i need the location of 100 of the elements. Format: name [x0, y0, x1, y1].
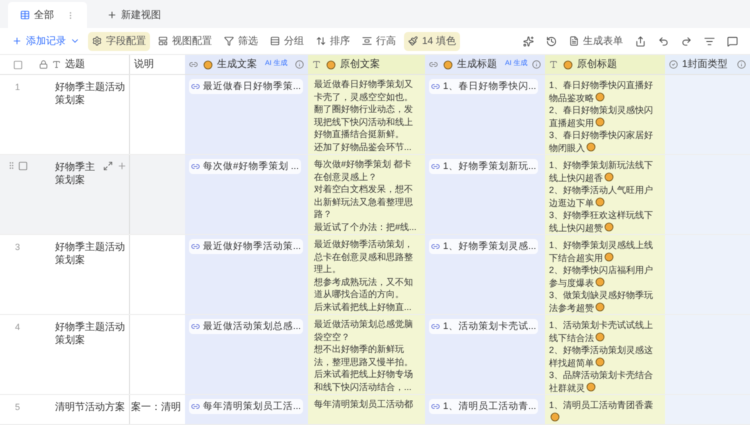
cover-type-cell[interactable] [665, 155, 750, 234]
table-cell: 好物季主题活动策划案 [55, 241, 125, 267]
undo-icon[interactable] [658, 36, 669, 46]
title-line: 2、好物季活动策划灵感这样找超简单 [549, 344, 654, 369]
table-row[interactable]: 好物季主策划案 每次做#好物季策划 ... 每次做#好物季策划 都卡在创意灵感上？ 对着空白文档发呆，想不出新鲜玩法又急着整理思路？ 最近试了个办法：把#线... 1、好物季策划新玩... 1、好物季策划新玩法线下线上快闪超香 2、好物季活动人气旺用户边逛边下单 3、好物季狂欢这样玩线下线上快闪超赞 [0, 155, 750, 235]
title-line: 1、活动策划卡壳试试线上线下结合法 [549, 319, 654, 344]
generate-form-button[interactable]: 生成表单 [565, 34, 627, 48]
cover-type-cell[interactable] [665, 235, 750, 314]
copy-paragraph: 还加了好物品鉴会环节... [314, 140, 413, 153]
emoji-icon [604, 252, 614, 262]
link-icon [431, 402, 440, 411]
table-row[interactable]: 1 好物季主题活动策划案 最近做春日好物季策... 最近做春日好物季策划又卡壳了，灵感空空如也。 翻了圈好物行业动态，发现把线下快闪活动和线上好物直播结合挺新鲜。 还加了好物品鉴会环节... 1、春日好物季快闪... 1、春日好物季快闪直播好物品鉴攻略 2、春日好物策划灵感快闪直播超实用 3、春日好物季快闪家居好物闭眼入 [0, 75, 750, 155]
link-icon [191, 402, 200, 411]
toolbar-button[interactable]: 排序 [312, 32, 354, 50]
text-type-icon [549, 60, 558, 69]
copy-paragraph: 后来试着把线上好物专场和线下快闪活动结合，... [314, 368, 414, 393]
cover-type-cell[interactable] [665, 315, 750, 394]
link-icon [191, 242, 200, 251]
toolbar-icon [362, 36, 372, 46]
toolbar-icon [224, 36, 234, 46]
copy-paragraph: 对着空白文档发呆，想不出新鲜玩法又急着整理思路？ [314, 183, 414, 220]
link-icon [431, 242, 440, 251]
copy-paragraph: 最近做春日好物季策划又卡壳了，灵感空空如也。 [314, 78, 414, 103]
table-row[interactable]: 3 好物季主题活动策划案 最近做好物季活动策... 最近做好物季活动策划，总卡在创意灵感和思路整理上。 想参考成熟玩法，又不知道从哪找合适的方向。 后来试着把线上好物直... 1、好物季策划灵感... 1、好物季策划灵感线上线下结合超实用 2、好物季快闪店福利用户参与度爆表 3、做策划缺灵感好物季玩法参考超赞 [0, 235, 750, 315]
link-icon [431, 162, 440, 171]
table-row[interactable]: 4 好物季主题活动策划案 最近做活动策划总感... 最近做活动策划总感觉脑袋空空？ 想不出好物季的新鲜玩法，整理思路又慢半拍。 后来试着把线上好物专场和线下快闪活动结合，... 1、活动策划卡壳试... 1、活动策划卡壳试试线上线下结合法 2、好物季活动策划灵感这样找超简单 3、品牌活动策划卡壳结合社群就灵 [0, 315, 750, 395]
title-line: 2、好物季活动人气旺用户边逛边下单 [549, 184, 654, 209]
emoji-icon [443, 60, 453, 70]
emoji-icon [595, 356, 605, 366]
emoji-icon [595, 276, 605, 286]
emoji-icon [550, 412, 560, 422]
generated-chip[interactable]: 1、好物季策划新玩... [429, 159, 538, 174]
toolbar-icon [270, 36, 280, 46]
toolbar-icon [316, 36, 326, 46]
share-icon[interactable] [635, 36, 646, 46]
copy-paragraph: 后来试着把线上好物直... [314, 300, 413, 313]
emoji-icon [595, 302, 605, 312]
emoji-icon [604, 172, 614, 182]
title-line: 3、品牌活动策划卡壳结合社群就灵 [549, 369, 654, 394]
copy-paragraph: 最近做好物季活动策划，总卡在创意灵感和思路整理上。 [314, 238, 414, 276]
cover-type-cell[interactable] [665, 75, 750, 154]
plus-icon [12, 36, 22, 46]
generated-chip[interactable]: 每年清明策划员工活... [189, 399, 303, 414]
column-header[interactable]: 原创文案 [308, 55, 425, 74]
toolbar-button[interactable]: 筛选 [220, 32, 262, 50]
column-header[interactable]: 原创标题 [545, 55, 665, 74]
toolbar-button[interactable]: 字段配置 [88, 32, 150, 50]
generated-chip[interactable]: 1、清明员工活动青... [429, 399, 538, 414]
table-cell: 好物季主题活动策划案 [55, 321, 125, 347]
toolbar-button[interactable]: 视图配置 [154, 32, 216, 50]
history-icon[interactable] [546, 36, 557, 46]
copy-paragraph: 想不出好物季的新鲜玩法，整理思路又慢半拍。 [314, 343, 414, 368]
link-icon [189, 60, 198, 69]
cover-type-cell[interactable] [665, 395, 750, 424]
toolbar-icon [158, 36, 168, 46]
table-row[interactable]: 5 清明节活动方案 案一：清明 每年清明策划员工活... 每年清明策划员工活动都 1、清明员工活动青... 1、清明员工活动青团香囊 [0, 395, 750, 425]
generated-chip[interactable]: 最近做活动策划总感... [189, 319, 303, 334]
generated-chip[interactable]: 最近做好物季活动策... [189, 239, 303, 254]
toolbar-button[interactable]: 14 填色 [404, 32, 460, 50]
plus-icon[interactable] [117, 161, 127, 171]
drag-handle-icon[interactable] [7, 161, 16, 170]
copy-paragraph: 想参考成熟玩法，又不知道从哪找合适的方向。 [314, 276, 414, 300]
checkbox[interactable] [18, 161, 28, 171]
redo-icon[interactable] [681, 36, 692, 46]
copy-paragraph: 翻了圈好物行业动态，发现把线下快闪活动和线上好物直播结合挺新鲜。 [314, 103, 414, 140]
table-cell: 好物季主题活动策划案 [55, 81, 125, 107]
view-tab[interactable]: 全部 [8, 2, 87, 28]
title-line: 3、好物季狂欢这样玩线下线上快闪超赞 [549, 209, 654, 234]
generated-chip[interactable]: 最近做春日好物季策... [189, 79, 303, 94]
toolbar-button[interactable]: 行高 [358, 32, 400, 50]
generated-chip[interactable]: 1、好物季策划灵感... [429, 239, 538, 254]
row-number: 5 [14, 401, 20, 414]
toolbar-button[interactable]: 分组 [266, 32, 308, 50]
checkbox[interactable] [12, 60, 22, 70]
generated-chip[interactable]: 1、活动策划卡壳试... [429, 319, 538, 334]
row-number: 4 [14, 321, 20, 334]
sparkle-icon[interactable] [523, 36, 534, 46]
table-cell-text: 好物季主策划案 [55, 161, 96, 187]
title-line: 1、清明员工活动青团香囊 [549, 399, 661, 424]
table-icon [20, 10, 30, 20]
comment-icon[interactable] [727, 36, 738, 46]
emoji-icon [326, 60, 336, 70]
copy-paragraph: 每次做#好物季策划 都卡在创意灵感上？ [314, 158, 413, 183]
view-tab[interactable]: 新建视图 [95, 2, 173, 28]
generated-chip[interactable]: 1、春日好物季快闪... [429, 79, 538, 94]
generated-chip[interactable]: 每次做#好物季策划 ... [189, 159, 301, 174]
emoji-icon [595, 92, 605, 102]
expand-icon[interactable] [103, 161, 113, 171]
info-icon [295, 60, 304, 69]
add-record-button[interactable]: 添加记录 [8, 34, 84, 48]
info-icon [737, 60, 746, 69]
row-number: 1 [14, 81, 20, 94]
copy-paragraph: 最近做活动策划总感觉脑袋空空？ [314, 318, 414, 343]
link-icon [191, 162, 200, 171]
plus-icon [107, 10, 117, 20]
column-header[interactable]: 1封面类型 [665, 55, 750, 74]
table-cell: 清明节活动方案 [55, 401, 125, 414]
link-icon [191, 82, 200, 91]
copy-paragraph: 最近试了个办法：把#线... [314, 220, 418, 233]
text-type-icon [52, 60, 61, 69]
